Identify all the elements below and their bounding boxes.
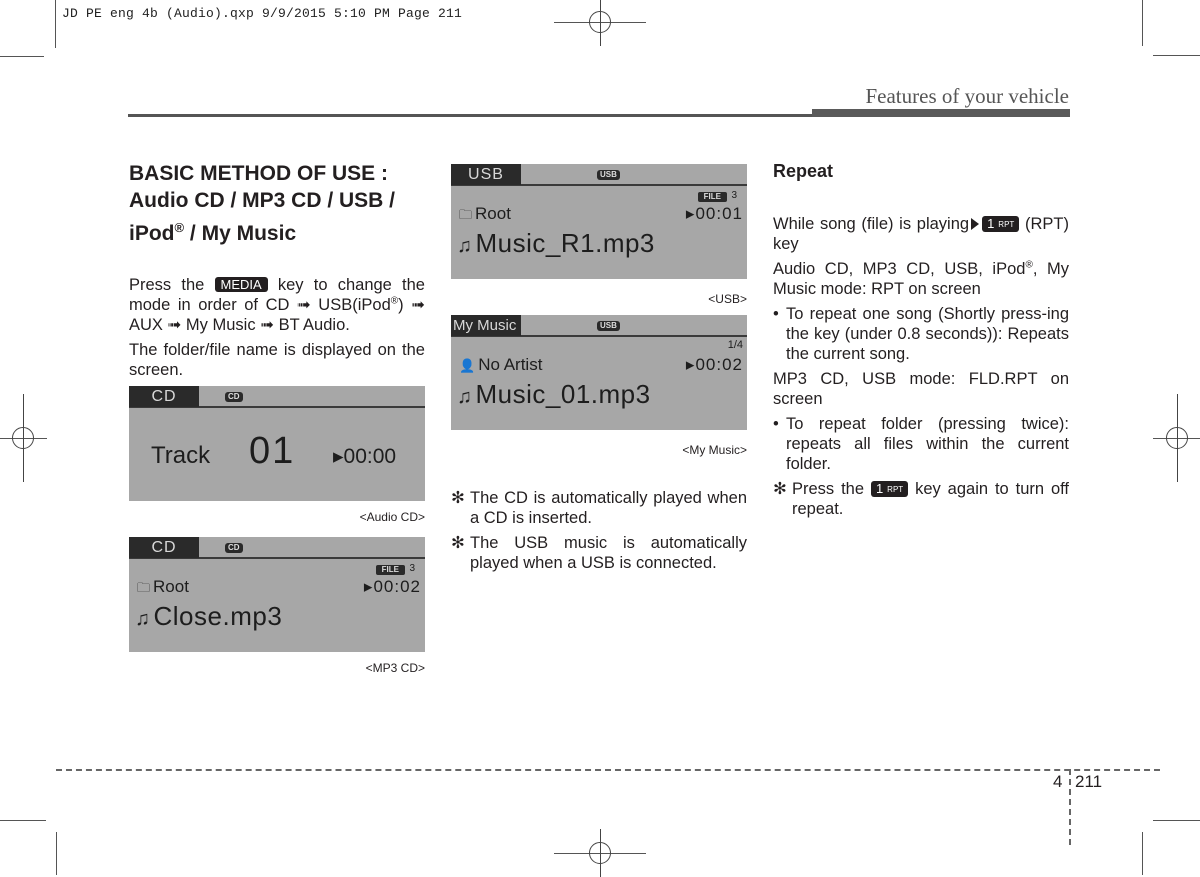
music-note-icon: ♫ [457, 235, 473, 257]
usb-badge: USB [597, 170, 620, 180]
mode-label: CD [129, 537, 199, 558]
cd-badge: CD [225, 392, 243, 402]
registration-mark-top [554, 0, 646, 46]
repeat-folder-modes: MP3 CD, USB mode: FLD.RPT on screen [773, 370, 1069, 408]
left-column: BASIC METHOD OF USE : Audio CD / MP3 CD … [129, 160, 425, 385]
header-rule [128, 114, 812, 117]
bullet-repeat-folder: • To repeat folder (pressing twice): repe… [773, 415, 1069, 473]
play-time: ▸00:02 [685, 355, 743, 374]
note-usb-autoplay: ✻ The USB music is automatically played w… [451, 534, 747, 572]
track-index: 1/4 [727, 339, 743, 351]
play-time: ▸00:02 [363, 577, 421, 596]
registration-mark-right [1153, 394, 1200, 482]
file-name: Close.mp3 [153, 601, 283, 631]
mode-label: USB [451, 164, 521, 185]
header-rule-bar [812, 109, 1070, 117]
crop-mark [1142, 0, 1143, 46]
track-label: Track [151, 442, 211, 469]
caption-my-music: <My Music> [682, 443, 747, 457]
caption-mp3-cd: <MP3 CD> [365, 661, 425, 675]
page-number: 211 [1075, 772, 1103, 791]
crop-mark [0, 56, 44, 57]
crop-mark [55, 0, 56, 48]
rpt-key: 1 RPT [870, 481, 909, 497]
file-name: Music_01.mp3 [475, 379, 651, 409]
track-number: 01 [249, 430, 296, 472]
file-badge: FILE [697, 192, 727, 202]
usb-screen: USB USB FILE 3 🗀 Root ▸00:01 ♫ Music_R1.mp… [451, 164, 747, 279]
repeat-intro: While song (file) is playing 1 RPT (RPT) k… [773, 215, 1069, 253]
play-time: ▸00:00 [333, 445, 397, 468]
folder-icon: 🗀 [137, 580, 151, 595]
music-note-icon: ♫ [457, 386, 473, 408]
registration-mark-bottom [554, 829, 646, 877]
mode-label: CD [129, 386, 199, 407]
footer-dashed-divider [1069, 769, 1071, 845]
artist-name: No Artist [478, 355, 543, 374]
my-music-screen: My Music USB 1/4 👤 No Artist ▸00:02 ♫ Musi… [451, 315, 747, 430]
note-cd-autoplay: ✻ The CD is automatically played when a C… [451, 489, 747, 527]
note-mark-icon: ✻ [451, 534, 465, 552]
arrow-right-icon [971, 218, 980, 230]
footer-dashed-rule [56, 769, 1160, 771]
crop-mark [1153, 820, 1200, 821]
chapter-number: 4 [1053, 772, 1063, 791]
crop-mark [0, 820, 46, 821]
music-note-icon: ♫ [135, 608, 151, 630]
intro-paragraph: Press the MEDIA key to change the mode i… [129, 276, 425, 334]
file-badge: FILE [375, 565, 405, 575]
mode-label: My Music [451, 315, 521, 336]
folder-name: Root [475, 204, 511, 223]
file-number: 3 [409, 563, 415, 574]
crop-mark [1142, 832, 1143, 875]
caption-audio-cd: <Audio CD> [359, 510, 425, 524]
audio-cd-screen: CD CD Track 01 ▸00:00 [129, 386, 425, 501]
folder-name: Root [153, 577, 189, 596]
section-title: BASIC METHOD OF USE : Audio CD / MP3 CD … [129, 162, 396, 245]
play-time: ▸00:01 [685, 204, 743, 223]
folder-paragraph: The folder/file name is displayed on the… [129, 341, 425, 379]
media-key: MEDIA [214, 277, 268, 292]
mp3-cd-screen: CD CD FILE 3 🗀 Root ▸00:02 ♫ Close.mp3 [129, 537, 425, 652]
file-number: 3 [731, 190, 737, 201]
crop-mark [1153, 55, 1200, 56]
note-turn-off-repeat: ✻ Press the 1 RPT key again to turn off re… [773, 480, 1069, 518]
repeat-heading: Repeat [773, 161, 834, 181]
file-name: Music_R1.mp3 [475, 228, 655, 258]
registration-mark-left [0, 394, 47, 482]
repeat-modes: Audio CD, MP3 CD, USB, iPod®, My Music m… [773, 259, 1069, 298]
caption-usb: <USB> [708, 292, 747, 306]
print-slug: JD PE eng 4b (Audio).qxp 9/9/2015 5:10 P… [62, 6, 463, 21]
note-mark-icon: ✻ [451, 489, 465, 507]
cd-badge: CD [225, 543, 243, 553]
middle-notes: ✻ The CD is automatically played when a C… [451, 488, 747, 578]
note-mark-icon: ✻ [773, 480, 787, 498]
right-column: Repeat While song (file) is playing 1 RPT … [773, 161, 1069, 524]
running-head: Features of your vehicle [865, 84, 1069, 108]
rpt-key: 1 RPT [982, 216, 1020, 232]
folder-icon: 🗀 [459, 207, 473, 222]
bullet-repeat-one: • To repeat one song (Shortly press-ing t… [773, 305, 1069, 363]
crop-mark [56, 832, 57, 875]
usb-badge: USB [597, 321, 620, 331]
person-icon: 👤 [459, 358, 476, 373]
